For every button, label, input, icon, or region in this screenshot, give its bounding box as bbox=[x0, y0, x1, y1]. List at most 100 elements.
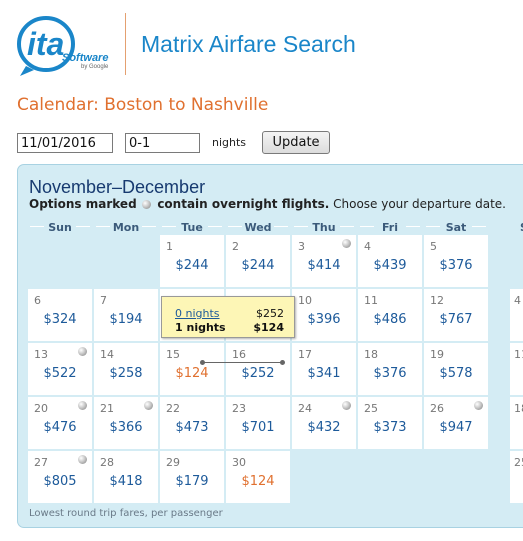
calendar-day-cell[interactable]: 14 $258 bbox=[94, 343, 158, 395]
day-price[interactable]: $432 bbox=[292, 420, 356, 435]
next-month-day-cell[interactable]: 18 bbox=[510, 397, 523, 449]
fare-footnote: Lowest round trip fares, per passenger bbox=[29, 508, 223, 519]
calendar-day-cell[interactable]: 2 $244 bbox=[226, 235, 290, 287]
day-price[interactable]: $258 bbox=[94, 366, 158, 381]
day-number: 7 bbox=[100, 294, 107, 307]
app-title[interactable]: Matrix Airfare Search bbox=[141, 31, 356, 58]
note-bold-b: contain overnight flights. bbox=[157, 197, 330, 211]
weekday-rule bbox=[30, 226, 44, 227]
nights-input[interactable] bbox=[125, 133, 200, 153]
calendar-day-cell[interactable]: 16 $252 bbox=[226, 343, 290, 395]
day-price[interactable]: $252 bbox=[226, 366, 290, 381]
day-price[interactable]: $376 bbox=[424, 258, 488, 273]
calendar-day-cell[interactable]: 12 $767 bbox=[424, 289, 488, 341]
day-price[interactable]: $324 bbox=[28, 312, 92, 327]
day-price[interactable]: $396 bbox=[292, 312, 356, 327]
day-price[interactable]: $805 bbox=[28, 474, 92, 489]
day-number: 4 bbox=[364, 240, 371, 253]
calendar-day-cell[interactable]: 13 $522 bbox=[28, 343, 92, 395]
day-price[interactable]: $418 bbox=[94, 474, 158, 489]
day-number: 11 bbox=[514, 348, 523, 361]
calendar-day-cell[interactable]: 18 $376 bbox=[358, 343, 422, 395]
fare-tooltip: 0 nights $252 1 nights $124 bbox=[161, 296, 295, 338]
tooltip-price: $124 bbox=[253, 321, 284, 334]
day-number: 26 bbox=[430, 402, 444, 415]
calendar-day-cell[interactable]: 7 $194 bbox=[94, 289, 158, 341]
tooltip-nights-link[interactable]: 0 nights bbox=[175, 307, 220, 320]
calendar-day-cell[interactable]: 10 $396 bbox=[292, 289, 356, 341]
trip-connector-line bbox=[202, 362, 284, 363]
calendar-day-cell[interactable]: 4 $439 bbox=[358, 235, 422, 287]
day-price[interactable]: $578 bbox=[424, 366, 488, 381]
calendar-day-cell[interactable]: 15 $124 bbox=[160, 343, 224, 395]
calendar-day-cell[interactable]: 20 $476 bbox=[28, 397, 92, 449]
day-price[interactable]: $476 bbox=[28, 420, 92, 435]
weekday-rule bbox=[472, 226, 486, 227]
day-number: 28 bbox=[100, 456, 114, 469]
day-price[interactable]: $124 bbox=[160, 366, 224, 381]
calendar-day-cell[interactable]: 29 $179 bbox=[160, 451, 224, 503]
calendar-day-cell[interactable]: 28 $418 bbox=[94, 451, 158, 503]
calendar-day-cell[interactable]: 17 $341 bbox=[292, 343, 356, 395]
calendar-day-cell[interactable]: 11 $486 bbox=[358, 289, 422, 341]
update-button[interactable]: Update bbox=[262, 131, 330, 154]
overnight-icon bbox=[342, 401, 351, 410]
weekday-rule bbox=[96, 226, 110, 227]
calendar-day-cell[interactable]: 25 $373 bbox=[358, 397, 422, 449]
day-number: 23 bbox=[232, 402, 246, 415]
departure-date-input[interactable] bbox=[17, 133, 113, 153]
calendar-day-cell[interactable]: 1 $244 bbox=[160, 235, 224, 287]
day-price[interactable]: $376 bbox=[358, 366, 422, 381]
day-price[interactable]: $124 bbox=[226, 474, 290, 489]
day-price[interactable]: $439 bbox=[358, 258, 422, 273]
nights-label: nights bbox=[212, 136, 247, 149]
day-price[interactable]: $947 bbox=[424, 420, 488, 435]
day-price[interactable]: $373 bbox=[358, 420, 422, 435]
day-price[interactable]: $473 bbox=[160, 420, 224, 435]
weekday-rule bbox=[142, 226, 156, 227]
logo-text: ita bbox=[27, 26, 64, 62]
overnight-icon bbox=[78, 347, 87, 356]
day-price[interactable]: $701 bbox=[226, 420, 290, 435]
weekday-header-4: Thu bbox=[312, 221, 336, 234]
calendar-day-cell[interactable]: 3 $414 bbox=[292, 235, 356, 287]
calendar-day-cell[interactable]: 19 $578 bbox=[424, 343, 488, 395]
next-month-day-cell[interactable]: 4 bbox=[510, 289, 523, 341]
day-number: 18 bbox=[514, 402, 523, 415]
calendar-day-cell[interactable]: 26 $947 bbox=[424, 397, 488, 449]
day-price[interactable]: $366 bbox=[94, 420, 158, 435]
calendar-day-cell[interactable]: 27 $805 bbox=[28, 451, 92, 503]
day-price[interactable]: $244 bbox=[160, 258, 224, 273]
calendar-panel: November–December Options marked contain… bbox=[17, 164, 523, 528]
day-price[interactable]: $194 bbox=[94, 312, 158, 327]
day-number: 21 bbox=[100, 402, 114, 415]
day-number: 16 bbox=[232, 348, 246, 361]
day-price[interactable]: $522 bbox=[28, 366, 92, 381]
day-price[interactable]: $179 bbox=[160, 474, 224, 489]
day-number: 15 bbox=[166, 348, 180, 361]
day-price[interactable]: $341 bbox=[292, 366, 356, 381]
calendar-title: November–December bbox=[29, 177, 206, 197]
calendar-day-cell[interactable]: 6 $324 bbox=[28, 289, 92, 341]
day-price[interactable]: $486 bbox=[358, 312, 422, 327]
note-bold-a: Options marked bbox=[29, 197, 137, 211]
day-price[interactable]: $767 bbox=[424, 312, 488, 327]
calendar-day-cell[interactable]: 23 $701 bbox=[226, 397, 290, 449]
day-number: 19 bbox=[430, 348, 444, 361]
calendar-day-cell[interactable]: 24 $432 bbox=[292, 397, 356, 449]
day-number: 17 bbox=[298, 348, 312, 361]
weekday-rule bbox=[406, 226, 420, 227]
day-price[interactable]: $414 bbox=[292, 258, 356, 273]
next-month-day-cell[interactable]: 11 bbox=[510, 343, 523, 395]
overnight-icon bbox=[142, 200, 152, 209]
calendar-day-cell[interactable]: 21 $366 bbox=[94, 397, 158, 449]
tooltip-row: 1 nights $124 bbox=[175, 321, 284, 335]
calendar-day-cell[interactable]: 5 $376 bbox=[424, 235, 488, 287]
weekday-rule bbox=[208, 226, 222, 227]
calendar-day-cell[interactable]: 22 $473 bbox=[160, 397, 224, 449]
day-price[interactable]: $244 bbox=[226, 258, 290, 273]
calendar-day-cell[interactable]: 30 $124 bbox=[226, 451, 290, 503]
weekday-header-3: Wed bbox=[244, 221, 272, 234]
weekday-rule bbox=[76, 226, 90, 227]
next-month-day-cell[interactable]: 25 bbox=[510, 451, 523, 503]
